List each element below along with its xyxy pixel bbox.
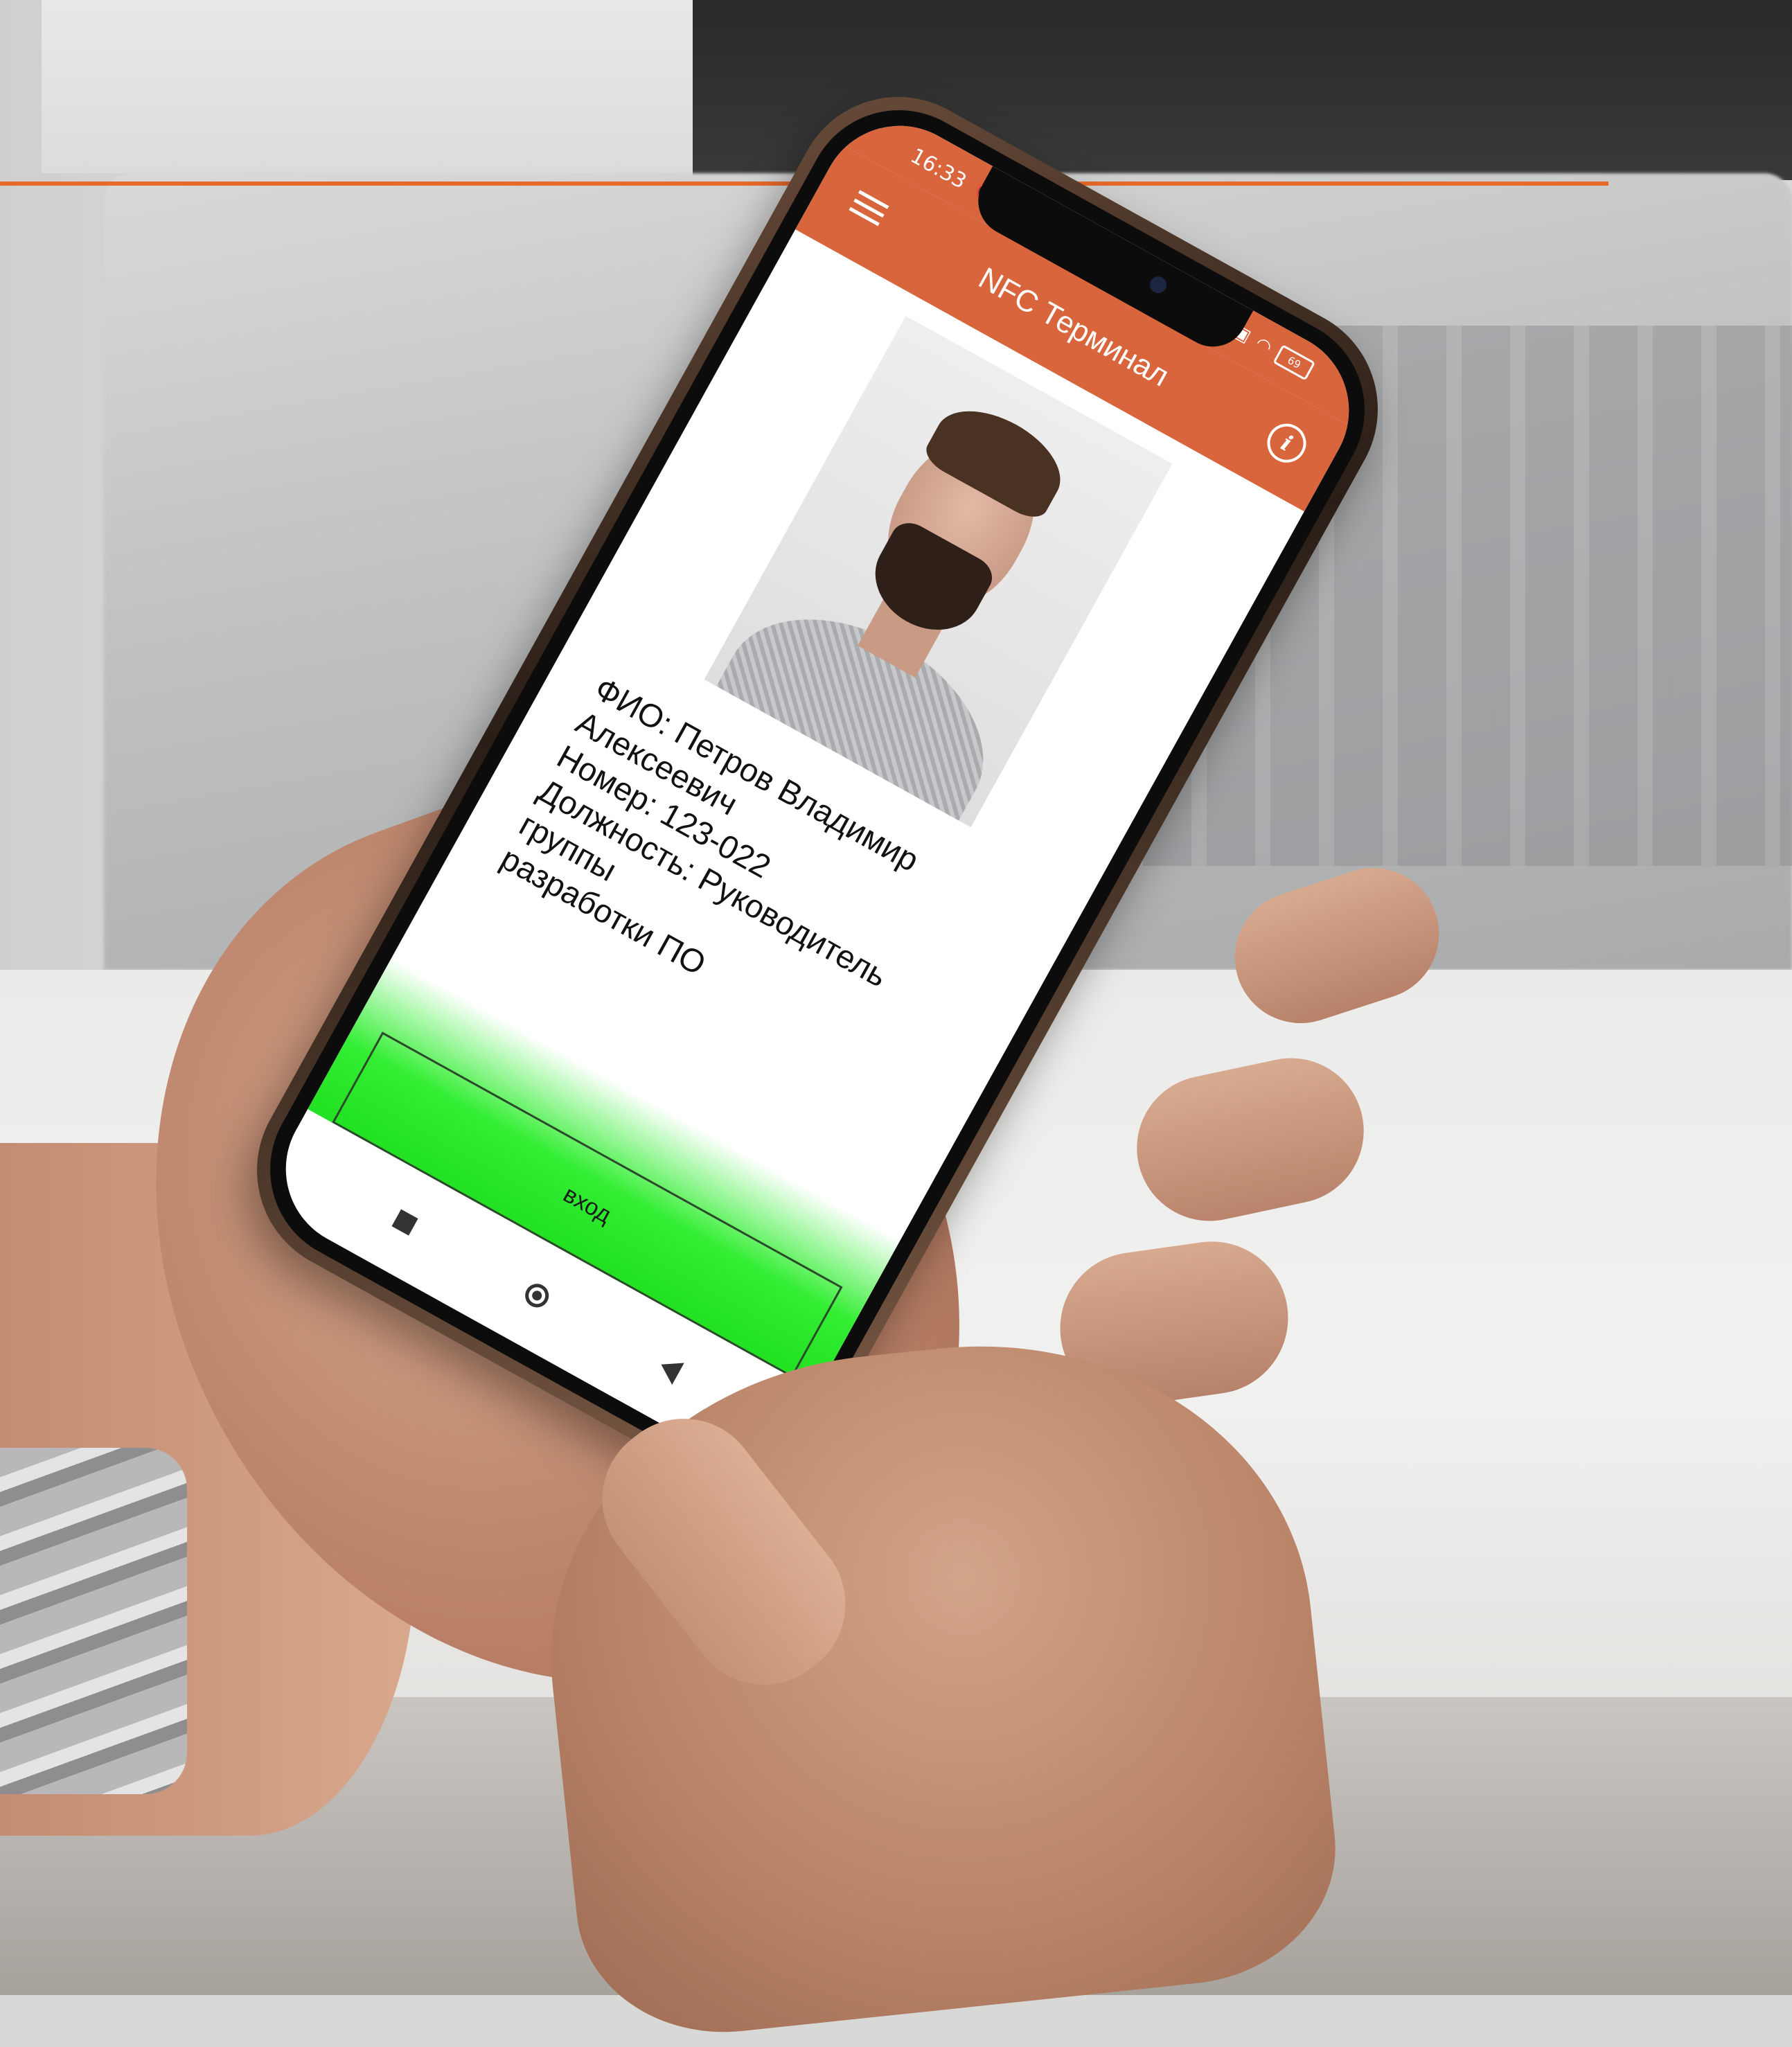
wifi-icon: ◠: [1252, 333, 1276, 359]
recent-apps-icon[interactable]: [391, 1209, 418, 1236]
home-icon[interactable]: [521, 1279, 553, 1312]
background-laptop-lid: [42, 0, 804, 173]
front-camera-icon: [1146, 273, 1170, 296]
battery-icon: 69: [1272, 344, 1316, 381]
back-icon[interactable]: [655, 1353, 684, 1385]
wristwatch-bracelet: [0, 1448, 187, 1794]
